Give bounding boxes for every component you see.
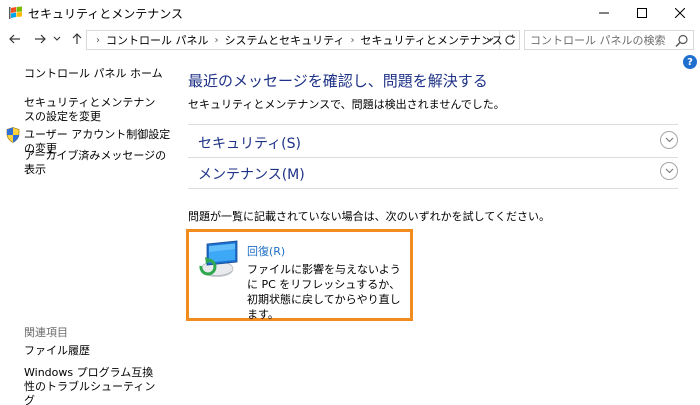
breadcrumb-separator[interactable]: › (215, 35, 219, 46)
minimize-icon (599, 12, 609, 14)
title-bar: セキュリティとメンテナンス (0, 0, 700, 26)
breadcrumb-separator[interactable]: › (96, 35, 100, 46)
arrow-left-icon (9, 34, 20, 44)
chevron-down-icon (486, 37, 494, 42)
security-expand-button[interactable] (660, 131, 678, 149)
window-title: セキュリティとメンテナンス (28, 7, 184, 21)
address-bar[interactable]: › コントロール パネル › システムとセキュリティ › セキュリティとメンテナ… (86, 30, 503, 50)
uac-shield-icon (6, 127, 20, 143)
minimize-button[interactable] (586, 0, 622, 26)
compat-troubleshoot-link[interactable]: Windows プログラム互換性のトラブルシューティング (24, 366, 164, 405)
recovery-description: ファイルに影響を与えないように PC をリフレッシュするか、初期状態に戻してから… (247, 263, 401, 321)
breadcrumb-control-panel[interactable]: コントロール パネル (106, 32, 209, 48)
forward-button[interactable] (30, 30, 50, 48)
left-pane: コントロール パネル ホーム セキュリティとメンテナンスの設定を変更 ユーザー … (0, 52, 172, 405)
navigation-row: › コントロール パネル › システムとセキュリティ › セキュリティとメンテナ… (0, 26, 700, 52)
maintenance-section-label[interactable]: メンテナンス(M) (198, 164, 305, 184)
up-button[interactable] (67, 30, 87, 48)
maximize-button[interactable] (624, 0, 660, 26)
refresh-icon (505, 34, 515, 45)
archived-messages-link[interactable]: アーカイブ済みメッセージの表示 (24, 149, 172, 177)
search-input[interactable] (525, 31, 671, 49)
chevron-down-icon (665, 137, 673, 143)
recent-locations-button[interactable] (50, 30, 64, 48)
page-title: 最近のメッセージを確認し、問題を解決する (188, 72, 488, 90)
maintenance-expand-button[interactable] (660, 162, 678, 180)
breadcrumb-separator[interactable]: › (351, 35, 355, 46)
recovery-link[interactable]: 回復(R) (247, 243, 285, 259)
maintenance-section-header[interactable]: メンテナンス(M) (188, 156, 678, 188)
arrow-right-icon (35, 34, 46, 44)
maximize-icon (637, 8, 647, 18)
arrow-up-icon (72, 33, 82, 44)
search-icon[interactable] (675, 34, 689, 48)
security-section-label[interactable]: セキュリティ(S) (198, 133, 301, 153)
file-history-link[interactable]: ファイル履歴 (24, 344, 90, 358)
recovery-pc-icon (199, 240, 238, 277)
address-dropdown-button[interactable] (483, 33, 497, 47)
section-divider (188, 188, 678, 189)
related-heading: 関連項目 (24, 326, 68, 339)
recovery-option[interactable]: 回復(R) ファイルに影響を与えないように PC をリフレッシュするか、初期状態… (186, 229, 413, 321)
chevron-down-icon (665, 168, 673, 174)
close-button[interactable] (662, 0, 698, 26)
control-panel-home-link[interactable]: コントロール パネル ホーム (24, 67, 163, 81)
hint-text: 問題が一覧に記載されていない場合は、次のいずれかを試してください。 (188, 210, 551, 223)
change-settings-link[interactable]: セキュリティとメンテナンスの設定を変更 (24, 96, 164, 124)
back-button[interactable] (5, 30, 25, 48)
status-message: セキュリティとメンテナンスで、問題は検出されませんでした。 (188, 98, 505, 111)
control-panel-flag-icon (9, 6, 22, 19)
chevron-down-icon (53, 36, 61, 41)
main-content: 最近のメッセージを確認し、問題を解決する セキュリティとメンテナンスで、問題は検… (172, 52, 700, 405)
breadcrumb-system-security[interactable]: システムとセキュリティ (225, 32, 345, 48)
refresh-button[interactable] (500, 30, 520, 50)
security-section-header[interactable]: セキュリティ(S) (188, 125, 678, 157)
search-box[interactable] (524, 30, 694, 50)
breadcrumb-security-maintenance[interactable]: セキュリティとメンテナンス (361, 32, 503, 48)
close-icon (675, 8, 685, 18)
